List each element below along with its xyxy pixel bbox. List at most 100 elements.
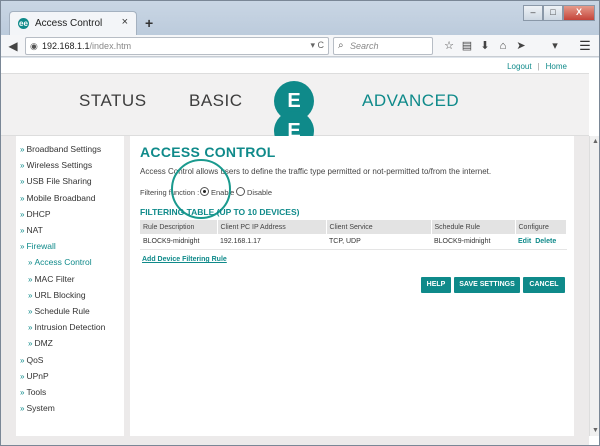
vertical-scrollbar[interactable]: ▲ ▼: [589, 136, 599, 436]
router-page: Logout | Home STATUS BASIC E E ADVANCED » B…: [1, 58, 599, 445]
client-service-cell: TCP, UDP: [326, 234, 431, 250]
schedule-rule-cell: BLOCK9-midnight: [431, 234, 515, 250]
chevron-right-icon: »: [20, 226, 25, 235]
logout-link[interactable]: Logout: [507, 62, 531, 71]
home-icon[interactable]: ⌂: [495, 38, 511, 54]
search-box[interactable]: ⌕ Search: [333, 37, 433, 55]
address-bar[interactable]: ◉ 192.168.1.1/index.htm ▾ C: [25, 37, 329, 55]
sidebar-item-mobile-broadband[interactable]: » Mobile Broadband: [20, 193, 95, 203]
sidebar-item-label: Tools: [26, 387, 47, 397]
sidebar-item-qos[interactable]: » QoS: [20, 355, 43, 365]
sidebar-item-dmz[interactable]: » DMZ: [28, 338, 53, 348]
scroll-up-icon[interactable]: ▲: [592, 138, 599, 145]
disable-label: Disable: [247, 188, 273, 197]
sidebar-item-label: DMZ: [34, 338, 53, 349]
main-navigation: STATUS BASIC E E ADVANCED: [1, 73, 589, 151]
edit-link[interactable]: Edit: [518, 238, 531, 245]
sidebar-item-label: Wireless Settings: [26, 160, 93, 171]
chevron-right-icon: »: [28, 274, 33, 284]
ee-logo: E E: [274, 81, 314, 151]
sidebar-item-url-blocking[interactable]: » URL Blocking: [28, 290, 86, 300]
download-icon[interactable]: ⬇: [477, 38, 493, 54]
chevron-right-icon: »: [28, 323, 33, 333]
sidebar-item-schedule-rule[interactable]: » Schedule Rule: [28, 306, 90, 316]
chevron-right-icon: »: [20, 242, 25, 252]
column-header: Rule Description: [140, 220, 218, 234]
sidebar-item-access-control[interactable]: » Access Control: [28, 257, 92, 267]
minimize-button[interactable]: –: [523, 5, 543, 21]
sidebar-item-label: USB File Sharing: [26, 176, 92, 187]
rule-description-cell: BLOCK9-midnight: [140, 234, 217, 250]
nav-advanced[interactable]: ADVANCED: [362, 91, 459, 111]
home-link[interactable]: Home: [546, 62, 567, 71]
window-controls: – □ X: [523, 5, 595, 21]
sidebar-item-wireless-settings[interactable]: » Wireless Settings: [20, 160, 92, 170]
nav-basic[interactable]: BASIC: [189, 91, 243, 111]
sidebar-item-label: Schedule Rule: [34, 306, 90, 316]
column-header: Client Service: [326, 220, 432, 234]
browser-window: ee Access Control × + – □ X ◀ ◉ 192.168.…: [0, 0, 600, 446]
delete-link[interactable]: Delete: [535, 238, 556, 245]
chevron-right-icon: »: [20, 145, 25, 154]
sidebar-item-label: MAC Filter: [34, 273, 75, 284]
cancel-button[interactable]: CANCEL: [523, 277, 565, 293]
bookmark-star-icon[interactable]: ☆: [441, 38, 457, 54]
back-arrow-icon[interactable]: ◀: [4, 37, 22, 55]
sidebar-item-upnp[interactable]: » UPnP: [20, 371, 49, 381]
sidebar-item-label: DHCP: [26, 208, 51, 219]
help-button[interactable]: HELP: [421, 277, 451, 293]
save-settings-button[interactable]: SAVE SETTINGS: [454, 277, 520, 293]
url-host: 192.168.1.1: [42, 41, 90, 51]
clipboard-icon[interactable]: ▤: [459, 38, 475, 54]
configure-cell: Edit Delete: [515, 234, 567, 250]
disable-radio[interactable]: [236, 187, 245, 196]
new-tab-button[interactable]: +: [145, 15, 153, 31]
filtering-table: Rule Description Client PC IP Address Cl…: [140, 220, 567, 250]
sidebar-item-label: System: [26, 403, 55, 414]
top-links: Logout | Home: [507, 62, 567, 71]
nav-status[interactable]: STATUS: [79, 91, 147, 111]
sidebar-item-label: UPnP: [26, 370, 49, 381]
chevron-right-icon: »: [28, 307, 33, 316]
sidebar-item-usb-file-sharing[interactable]: » USB File Sharing: [20, 176, 92, 186]
sidebar-item-intrusion-detection[interactable]: » Intrusion Detection: [28, 322, 105, 332]
sidebar-item-mac-filter[interactable]: » MAC Filter: [28, 274, 75, 284]
client-ip-cell: 192.168.1.17: [217, 234, 326, 250]
sidebar-item-dhcp[interactable]: » DHCP: [20, 209, 51, 219]
close-window-button[interactable]: X: [563, 5, 595, 21]
url-dropdown-reload-controls[interactable]: ▾ C: [310, 40, 324, 51]
tab-bar: ee Access Control × + – □ X: [1, 1, 599, 35]
sidebar-item-system[interactable]: » System: [20, 403, 55, 413]
sidebar-item-firewall[interactable]: » Firewall: [20, 241, 56, 251]
filtering-table-title: FILTERING TABLE (UP TO 10 DEVICES): [140, 207, 300, 217]
url-path: /index.htm: [89, 41, 132, 51]
chevron-right-icon: »: [20, 388, 25, 397]
sidebar-item-label: URL Blocking: [34, 289, 86, 300]
table-row: BLOCK9-midnight 192.168.1.17 TCP, UDP BL…: [140, 234, 567, 250]
add-device-filtering-rule-link[interactable]: Add Device Filtering Rule: [142, 256, 227, 263]
sidebar-item-broadband-settings[interactable]: » Broadband Settings: [20, 144, 101, 154]
chevron-right-icon: »: [20, 371, 25, 381]
chevron-down-icon[interactable]: ▾: [547, 38, 563, 54]
sidebar-item-label: NAT: [26, 225, 43, 235]
url-text: 192.168.1.1/index.htm: [42, 41, 131, 51]
close-tab-icon[interactable]: ×: [122, 16, 128, 28]
scroll-down-icon[interactable]: ▼: [592, 427, 599, 434]
chevron-right-icon: »: [28, 290, 33, 300]
maximize-button[interactable]: □: [543, 5, 563, 21]
top-links-separator: |: [537, 62, 540, 71]
chevron-right-icon: »: [28, 339, 33, 349]
sidebar-item-label: Broadband Settings: [26, 144, 102, 154]
chevron-right-icon: »: [20, 355, 25, 365]
send-icon[interactable]: ➤: [513, 38, 529, 54]
tab-access-control[interactable]: ee Access Control ×: [9, 11, 137, 35]
sidebar-item-label: Access Control: [34, 257, 92, 268]
sidebar-item-tools[interactable]: » Tools: [20, 387, 46, 397]
sidebar-item-nat[interactable]: » NAT: [20, 225, 43, 235]
main-panel: ACCESS CONTROL Access Control allows use…: [130, 136, 574, 436]
tab-title: Access Control: [35, 18, 103, 29]
chevron-right-icon: »: [20, 404, 25, 414]
sidebar: » Broadband Settings» Wireless Settings» US…: [16, 136, 124, 436]
hamburger-menu-icon[interactable]: ☰: [577, 38, 593, 54]
search-icon: ⌕: [338, 40, 344, 51]
